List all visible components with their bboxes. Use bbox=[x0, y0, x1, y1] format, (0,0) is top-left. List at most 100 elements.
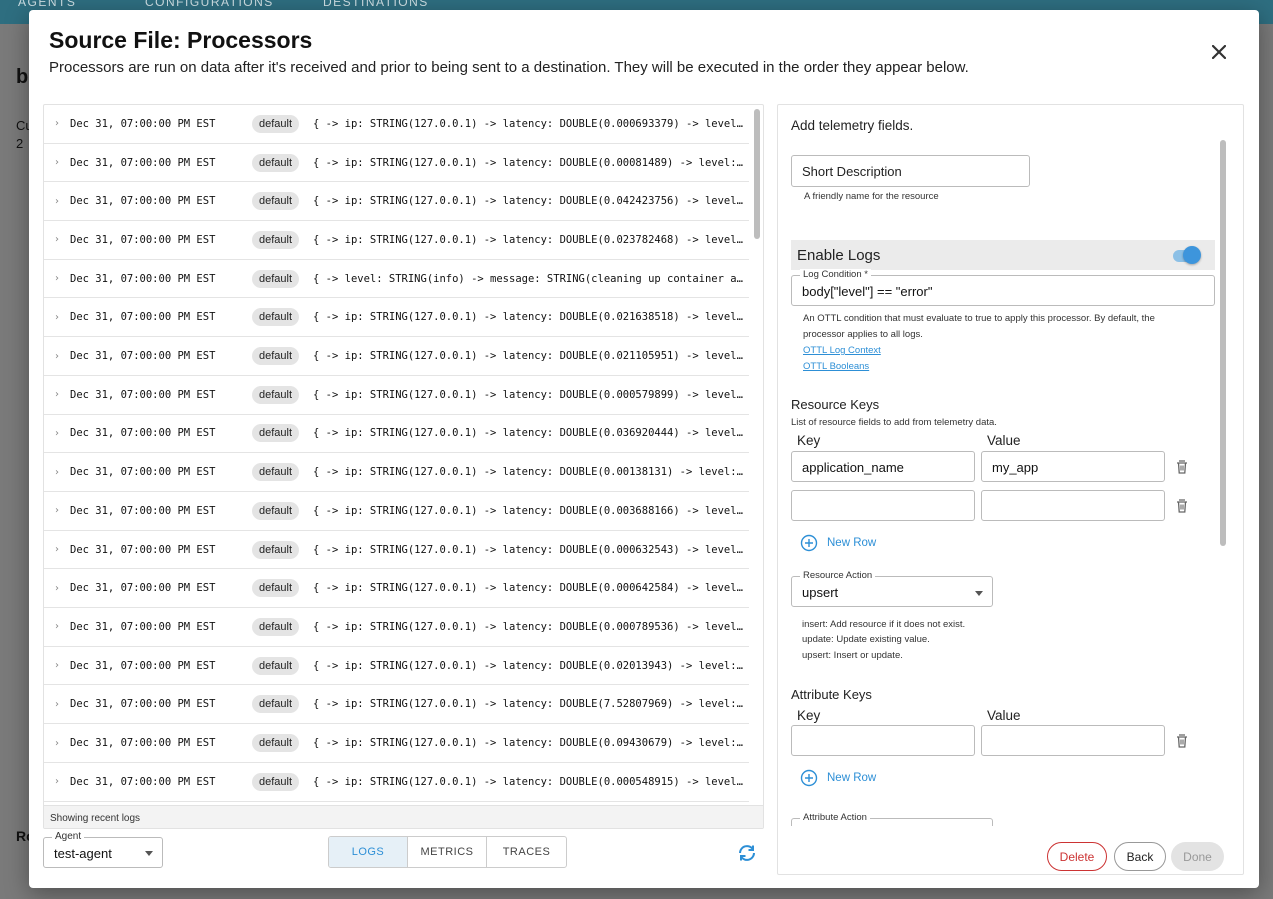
config-scrollbar[interactable] bbox=[1218, 118, 1228, 826]
enable-logs-toggle-knob[interactable] bbox=[1183, 246, 1201, 264]
back-button[interactable]: Back bbox=[1114, 842, 1166, 871]
trash-icon[interactable] bbox=[1174, 459, 1190, 475]
nav-destinations[interactable]: DESTINATIONS bbox=[323, 0, 429, 9]
log-row[interactable]: › Dec 31, 07:00:00 PM EST default { -> ip: … bbox=[44, 647, 749, 686]
log-condition-input[interactable]: Log Condition * body["level"] == "error" bbox=[791, 269, 1215, 306]
delete-button[interactable]: Delete bbox=[1047, 842, 1107, 871]
log-row[interactable]: › Dec 31, 07:00:00 PM EST default { -> ip: … bbox=[44, 415, 749, 454]
log-row[interactable]: › Dec 31, 07:00:00 PM EST default { -> ip: … bbox=[44, 337, 749, 376]
resource-action-select[interactable]: Resource Action upsert bbox=[791, 570, 993, 607]
trash-icon[interactable] bbox=[1174, 733, 1190, 749]
log-message: { -> ip: STRING(127.0.0.1) -> latency: D… bbox=[313, 737, 749, 750]
resource-keys-title: Resource Keys bbox=[791, 397, 880, 412]
resource-value-input-1[interactable]: my_app bbox=[981, 451, 1165, 482]
log-row[interactable]: › Dec 31, 07:00:00 PM EST default { -> ip: … bbox=[44, 376, 749, 415]
log-row[interactable]: › Dec 31, 07:00:00 PM EST default { -> ip: … bbox=[44, 221, 749, 260]
refresh-button[interactable] bbox=[735, 841, 759, 865]
nav-configurations[interactable]: CONFIGURATIONS bbox=[145, 0, 274, 9]
log-source-badge: default bbox=[252, 656, 300, 675]
log-source-badge: default bbox=[252, 734, 300, 753]
chevron-right-icon[interactable]: › bbox=[44, 118, 70, 129]
chevron-right-icon[interactable]: › bbox=[44, 505, 70, 516]
chevron-right-icon[interactable]: › bbox=[44, 544, 70, 555]
log-timestamp: Dec 31, 07:00:00 PM EST bbox=[70, 350, 216, 363]
log-row[interactable]: › Dec 31, 07:00:00 PM EST default { -> ip: … bbox=[44, 608, 749, 647]
log-row[interactable]: › Dec 31, 07:00:00 PM EST default { -> leve… bbox=[44, 260, 749, 299]
resource-value-input-2[interactable] bbox=[981, 490, 1165, 521]
attribute-action-select[interactable]: Attribute Action bbox=[791, 812, 993, 826]
log-row[interactable]: › Dec 31, 07:00:00 PM EST default { -> ip: … bbox=[44, 724, 749, 763]
log-scrollbar[interactable] bbox=[753, 107, 761, 801]
log-source-badge: default bbox=[252, 153, 300, 172]
attribute-key-header: Key bbox=[797, 708, 821, 723]
chevron-right-icon[interactable]: › bbox=[44, 157, 70, 168]
chevron-right-icon[interactable]: › bbox=[44, 699, 70, 710]
resource-key-input-1[interactable]: application_name bbox=[791, 451, 975, 482]
chevron-right-icon[interactable]: › bbox=[44, 467, 70, 478]
chevron-right-icon[interactable]: › bbox=[44, 660, 70, 671]
log-source-badge: default bbox=[252, 695, 300, 714]
background-title-fragment: b bbox=[16, 66, 29, 88]
log-row[interactable]: › Dec 31, 07:00:00 PM EST default { -> ip: … bbox=[44, 686, 749, 725]
chevron-right-icon[interactable]: › bbox=[44, 583, 70, 594]
log-row[interactable]: › Dec 31, 07:00:00 PM EST default { -> ip: … bbox=[44, 763, 749, 802]
attribute-key-input-1[interactable] bbox=[791, 725, 975, 756]
resource-new-row-label: New Row bbox=[827, 537, 877, 549]
chevron-right-icon[interactable]: › bbox=[44, 428, 70, 439]
tab-traces[interactable]: TRACES bbox=[487, 837, 566, 867]
log-row[interactable]: › Dec 31, 07:00:00 PM EST default { -> ip: … bbox=[44, 492, 749, 531]
done-button[interactable]: Done bbox=[1171, 842, 1224, 871]
ottl-booleans-link[interactable]: OTTL Booleans bbox=[803, 361, 869, 372]
log-row[interactable]: › Dec 31, 07:00:00 PM EST default { -> ip: … bbox=[44, 144, 749, 183]
log-timestamp: Dec 31, 07:00:00 PM EST bbox=[70, 543, 216, 556]
log-row[interactable]: › Dec 31, 07:00:00 PM EST default { -> ip: … bbox=[44, 531, 749, 570]
log-message: { -> ip: STRING(127.0.0.1) -> latency: D… bbox=[313, 156, 749, 169]
log-row[interactable]: › Dec 31, 07:00:00 PM EST default { -> ip: … bbox=[44, 299, 749, 338]
log-row[interactable]: › Dec 31, 07:00:00 PM EST default { -> ip: … bbox=[44, 105, 749, 144]
attribute-new-row-button[interactable]: New Row bbox=[800, 769, 876, 787]
log-message: { -> ip: STRING(127.0.0.1) -> latency: D… bbox=[313, 195, 749, 208]
ottl-log-context-link[interactable]: OTTL Log Context bbox=[803, 345, 881, 356]
log-message: { -> ip: STRING(127.0.0.1) -> latency: D… bbox=[313, 466, 749, 479]
trash-icon[interactable] bbox=[1174, 498, 1190, 514]
log-message: { -> ip: STRING(127.0.0.1) -> latency: D… bbox=[313, 388, 749, 401]
short-description-placeholder: Short Description bbox=[802, 164, 902, 179]
log-timestamp: Dec 31, 07:00:00 PM EST bbox=[70, 737, 216, 750]
chevron-right-icon[interactable]: › bbox=[44, 621, 70, 632]
chevron-right-icon[interactable]: › bbox=[44, 312, 70, 323]
modal-title: Source File: Processors bbox=[49, 27, 313, 53]
log-row[interactable]: › Dec 31, 07:00:00 PM EST default { -> ip: … bbox=[44, 453, 749, 492]
log-timestamp: Dec 31, 07:00:00 PM EST bbox=[70, 195, 216, 208]
log-timestamp: Dec 31, 07:00:00 PM EST bbox=[70, 466, 216, 479]
log-source-badge: default bbox=[252, 424, 300, 443]
resource-new-row-button[interactable]: New Row bbox=[800, 534, 876, 552]
chevron-right-icon[interactable]: › bbox=[44, 273, 70, 284]
log-condition-helper-2: processor applies to all logs. bbox=[803, 329, 923, 340]
enable-logs-row: Enable Logs bbox=[791, 240, 1215, 270]
log-row[interactable]: › Dec 31, 07:00:00 PM EST default { -> ip: … bbox=[44, 182, 749, 222]
processors-modal: Source File: Processors Processors are r… bbox=[29, 10, 1259, 888]
background-count-fragment: 2 bbox=[16, 136, 24, 151]
config-intro: Add telemetry fields. bbox=[791, 118, 914, 133]
chevron-right-icon[interactable]: › bbox=[44, 234, 70, 245]
attribute-action-label: Attribute Action bbox=[800, 812, 870, 823]
refresh-icon bbox=[739, 845, 755, 861]
log-message: { -> ip: STRING(127.0.0.1) -> latency: D… bbox=[313, 659, 749, 672]
chevron-right-icon[interactable]: › bbox=[44, 196, 70, 207]
log-timestamp: Dec 31, 07:00:00 PM EST bbox=[70, 620, 216, 633]
chevron-right-icon[interactable]: › bbox=[44, 776, 70, 787]
close-button[interactable] bbox=[1204, 37, 1234, 67]
nav-agents[interactable]: AGENTS bbox=[18, 0, 76, 9]
short-description-input[interactable]: Short Description bbox=[791, 155, 1030, 187]
attribute-value-input-1[interactable] bbox=[981, 725, 1165, 756]
agent-select[interactable]: Agent test-agent bbox=[43, 831, 163, 868]
chevron-right-icon[interactable]: › bbox=[44, 738, 70, 749]
tab-metrics[interactable]: METRICS bbox=[408, 837, 487, 867]
chevron-right-icon[interactable]: › bbox=[44, 351, 70, 362]
resource-key-input-2[interactable] bbox=[791, 490, 975, 521]
log-row[interactable]: › Dec 31, 07:00:00 PM EST default { -> ip: … bbox=[44, 569, 749, 609]
log-condition-helper-1: An OTTL condition that must evaluate to … bbox=[803, 313, 1155, 324]
chevron-right-icon[interactable]: › bbox=[44, 389, 70, 400]
tab-logs[interactable]: LOGS bbox=[329, 837, 408, 867]
resource-value-header: Value bbox=[987, 433, 1021, 448]
